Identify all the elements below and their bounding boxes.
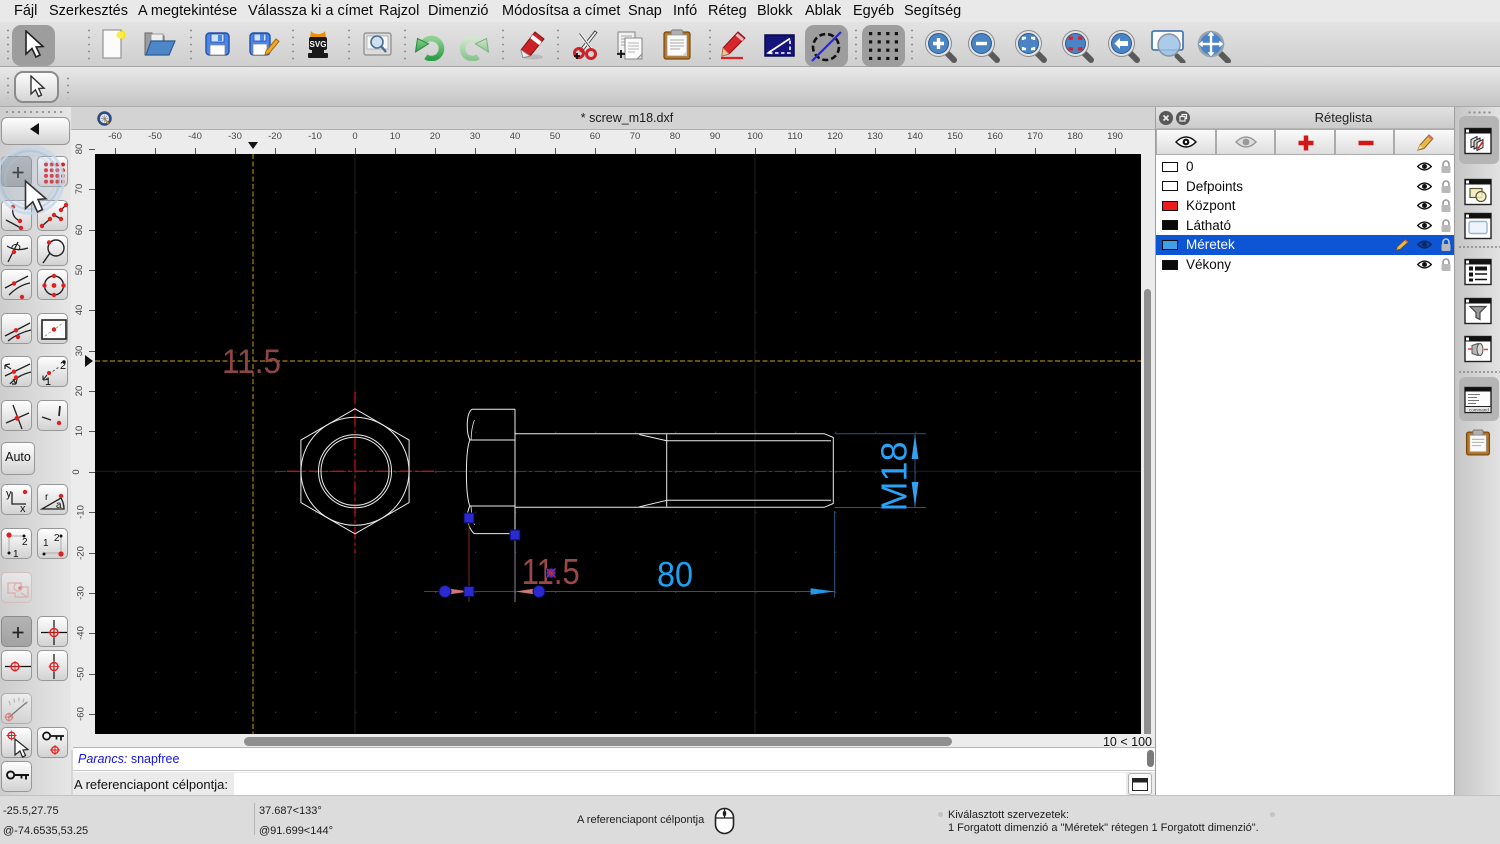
svg-text:1: 1	[43, 538, 49, 549]
svg-text:80: 80	[657, 556, 693, 595]
svg-text:y: y	[6, 488, 12, 500]
svg-text:SVG: SVG	[310, 40, 327, 49]
svg-text:x: x	[20, 503, 26, 515]
svg-text:r: r	[45, 492, 49, 503]
svg-text:11.5: 11.5	[222, 343, 281, 381]
svg-text:1: 1	[13, 549, 19, 560]
svg-text:1: 1	[45, 376, 51, 388]
svg-text:command: command	[1469, 408, 1489, 413]
svg-text:a: a	[56, 500, 62, 511]
svg-text:2: 2	[54, 533, 60, 544]
svg-text:2: 2	[22, 537, 28, 548]
svg-text:M18: M18	[874, 442, 915, 512]
